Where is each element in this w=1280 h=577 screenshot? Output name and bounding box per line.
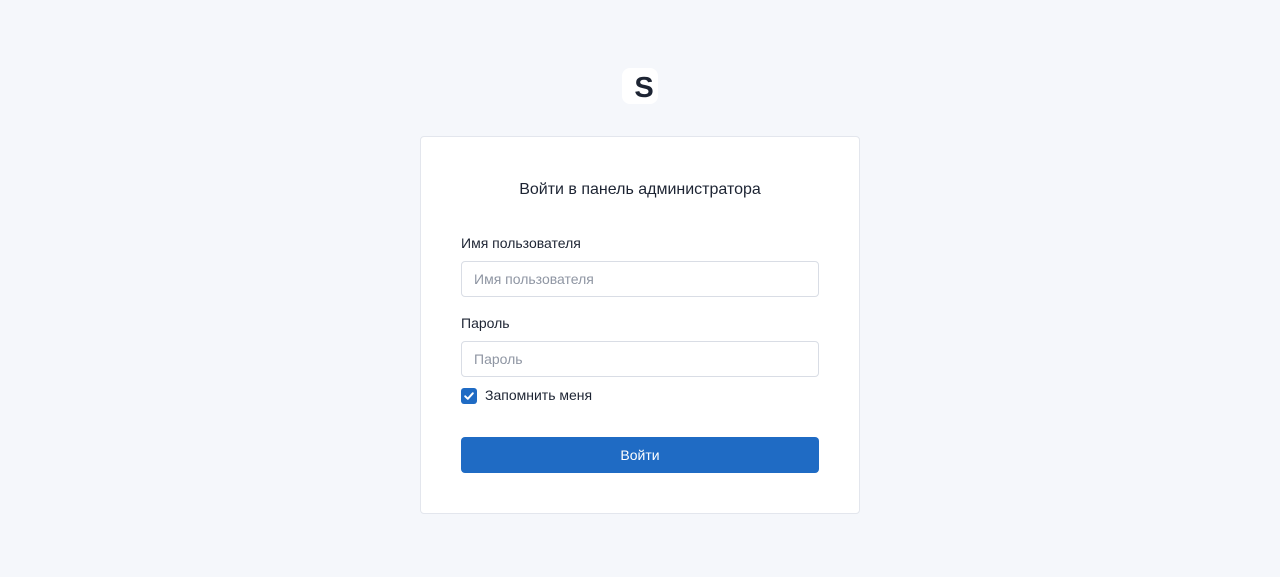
check-icon xyxy=(464,391,474,400)
login-title: Войти в панель администратора xyxy=(519,181,761,198)
login-card: Войти в панель администратора Имя пользо… xyxy=(420,136,860,514)
password-label: Пароль xyxy=(461,315,510,331)
username-label: Имя пользователя xyxy=(461,235,581,251)
remember-me-checkbox[interactable] xyxy=(461,387,477,404)
remember-me-label: Запомнить меня xyxy=(485,387,593,403)
logo-letter: S xyxy=(634,72,654,104)
username-input[interactable] xyxy=(461,261,819,297)
logo: S xyxy=(622,68,658,104)
password-input[interactable] xyxy=(461,341,819,377)
login-button[interactable]: Войти xyxy=(461,437,819,473)
remember-me-row[interactable]: Запомнить меня xyxy=(461,387,592,404)
login-page: S Войти в панель администратора Имя поль… xyxy=(0,0,1280,577)
